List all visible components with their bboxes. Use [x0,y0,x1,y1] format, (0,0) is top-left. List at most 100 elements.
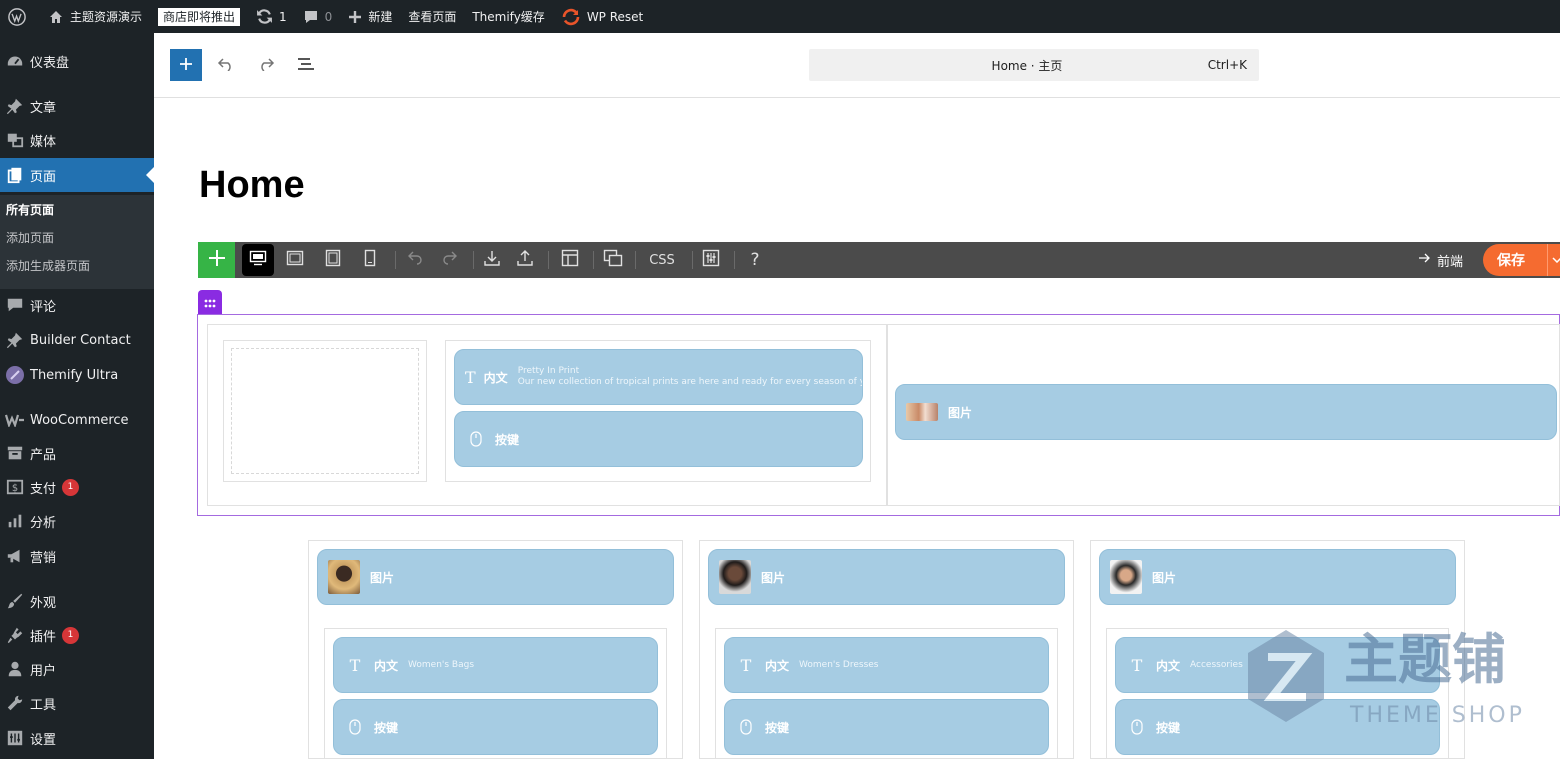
sidebar-item-products[interactable]: 产品 [0,436,154,470]
plus-icon [179,56,193,75]
text-module[interactable]: T 内文 Women's Bags [333,637,658,693]
sidebar-item-label: Builder Contact [30,332,131,348]
sidebar-item-analytics[interactable]: 分析 [0,504,154,538]
upload-icon [516,249,534,271]
sidebar-item-dashboard[interactable]: 仪表盘 [0,44,154,78]
wp-reset-link[interactable]: WP Reset [553,0,651,33]
wordpress-logo-button[interactable] [0,0,40,33]
module-label: 图片 [370,570,395,585]
wrench-icon [4,694,26,712]
themify-cache-link[interactable]: Themify缓存 [464,0,552,33]
sidebar-item-users[interactable]: 用户 [0,652,154,686]
sidebar-item-themify-ultra[interactable]: Themify Ultra [0,358,154,392]
sidebar-item-posts[interactable]: 文章 [0,89,154,123]
document-title: Home · 主页 [991,58,1063,73]
save-button[interactable]: 保存 [1483,244,1560,276]
help-button[interactable]: ? [740,248,770,272]
plugins-badge: 1 [62,626,80,644]
module-label: 内文 [374,658,399,673]
empty-drop-zone[interactable] [231,348,419,474]
text-module[interactable]: T 内文 Pretty In Print Our new collection … [454,349,863,405]
undo-button[interactable] [214,53,238,77]
button-module[interactable]: 按键 [724,699,1049,755]
sidebar-item-appearance[interactable]: 外观 [0,584,154,618]
user-icon [4,660,26,678]
redo-icon [257,56,275,75]
frontend-button[interactable]: 前端 [1418,242,1463,278]
page-title[interactable]: Home [199,160,305,210]
button-module[interactable]: 按键 [333,699,658,755]
button-module[interactable]: 按键 [454,411,863,467]
row-handle[interactable] [198,290,222,314]
sidebar-item-woocommerce[interactable]: WooCommerce [0,403,154,437]
sidebar-item-media[interactable]: 媒体 [0,123,154,157]
image-module[interactable]: 图片 [1099,549,1456,605]
updates-link[interactable]: 1 [248,0,295,33]
themify-icon [4,365,26,385]
submenu-add-builder-page[interactable]: 添加生成器页面 [0,251,154,279]
module-label: 按键 [1156,720,1181,735]
command-palette-button[interactable]: Home · 主页 Ctrl+K [809,49,1259,81]
module-label: 按键 [374,720,399,735]
mouse-icon [344,719,366,735]
new-content-link[interactable]: 新建 [340,0,400,33]
export-button[interactable] [510,248,540,272]
sidebar-item-plugins[interactable]: 插件 1 [0,618,154,652]
text-icon: T [740,655,752,675]
text-module[interactable]: T 内文 Women's Dresses [724,637,1049,693]
builder-undo-button[interactable] [401,248,431,272]
sidebar-item-builder-contact[interactable]: Builder Contact [0,323,154,357]
site-name-link[interactable]: 主题资源演示 [40,0,150,33]
coming-soon-badge: 商店即将推出 [158,7,241,26]
comments-link[interactable]: 0 [295,0,341,33]
sidebar-item-payments[interactable]: $ 支付 1 [0,470,154,504]
add-module-button[interactable] [198,242,235,278]
sidebar-item-marketing[interactable]: 营销 [0,539,154,573]
layout-icon [561,249,579,271]
toolbar-divider [473,251,474,269]
new-label: 新建 [368,10,393,24]
mouse-icon [465,431,487,447]
image-module[interactable]: 图片 [895,384,1557,440]
toolbar-divider [635,251,636,269]
view-page-label: 查看页面 [408,10,457,24]
sidebar-item-label: 媒体 [30,134,57,150]
module-label: 图片 [761,570,786,585]
document-overview-button[interactable] [294,53,318,77]
image-module[interactable]: 图片 [317,549,674,605]
duplicate-button[interactable] [598,248,628,272]
global-styles-button[interactable] [696,248,726,272]
coming-soon-link[interactable]: 商店即将推出 [150,0,248,33]
sidebar-item-label: 设置 [30,732,57,748]
module-label: 内文 [1156,658,1181,673]
sidebar-item-label: 用户 [30,663,57,679]
layouts-button[interactable] [555,248,585,272]
block-inserter-button[interactable] [170,49,202,81]
sidebar-item-comments[interactable]: 评论 [0,288,154,322]
tablet-landscape-button[interactable] [280,248,310,272]
module-label: 内文 [483,370,508,385]
css-button[interactable]: CSS [644,248,680,272]
sidebar-item-pages[interactable]: 页面 [0,158,154,192]
submenu-all-pages[interactable]: 所有页面 [0,195,154,223]
mobile-button[interactable] [355,248,385,272]
builder-redo-button[interactable] [434,248,464,272]
text-preview: Accessories [1190,660,1243,670]
save-options-icon[interactable] [1547,244,1560,276]
sidebar-item-settings[interactable]: 设置 [0,721,154,755]
submenu-add-page[interactable]: 添加页面 [0,223,154,251]
wordpress-icon [8,7,26,26]
brush-icon [4,592,26,610]
redo-button[interactable] [254,53,278,77]
image-module[interactable]: 图片 [708,549,1065,605]
money-icon: $ [4,478,26,496]
pin-icon [4,331,26,349]
sidebar-item-label: 支付 [30,481,57,497]
desktop-view-button[interactable] [242,244,274,276]
import-button[interactable] [477,248,507,272]
view-page-link[interactable]: 查看页面 [400,0,464,33]
module-label: 图片 [1152,570,1177,585]
sidebar-item-tools[interactable]: 工具 [0,686,154,720]
wp-reset-label: WP Reset [586,9,644,24]
tablet-button[interactable] [318,248,348,272]
